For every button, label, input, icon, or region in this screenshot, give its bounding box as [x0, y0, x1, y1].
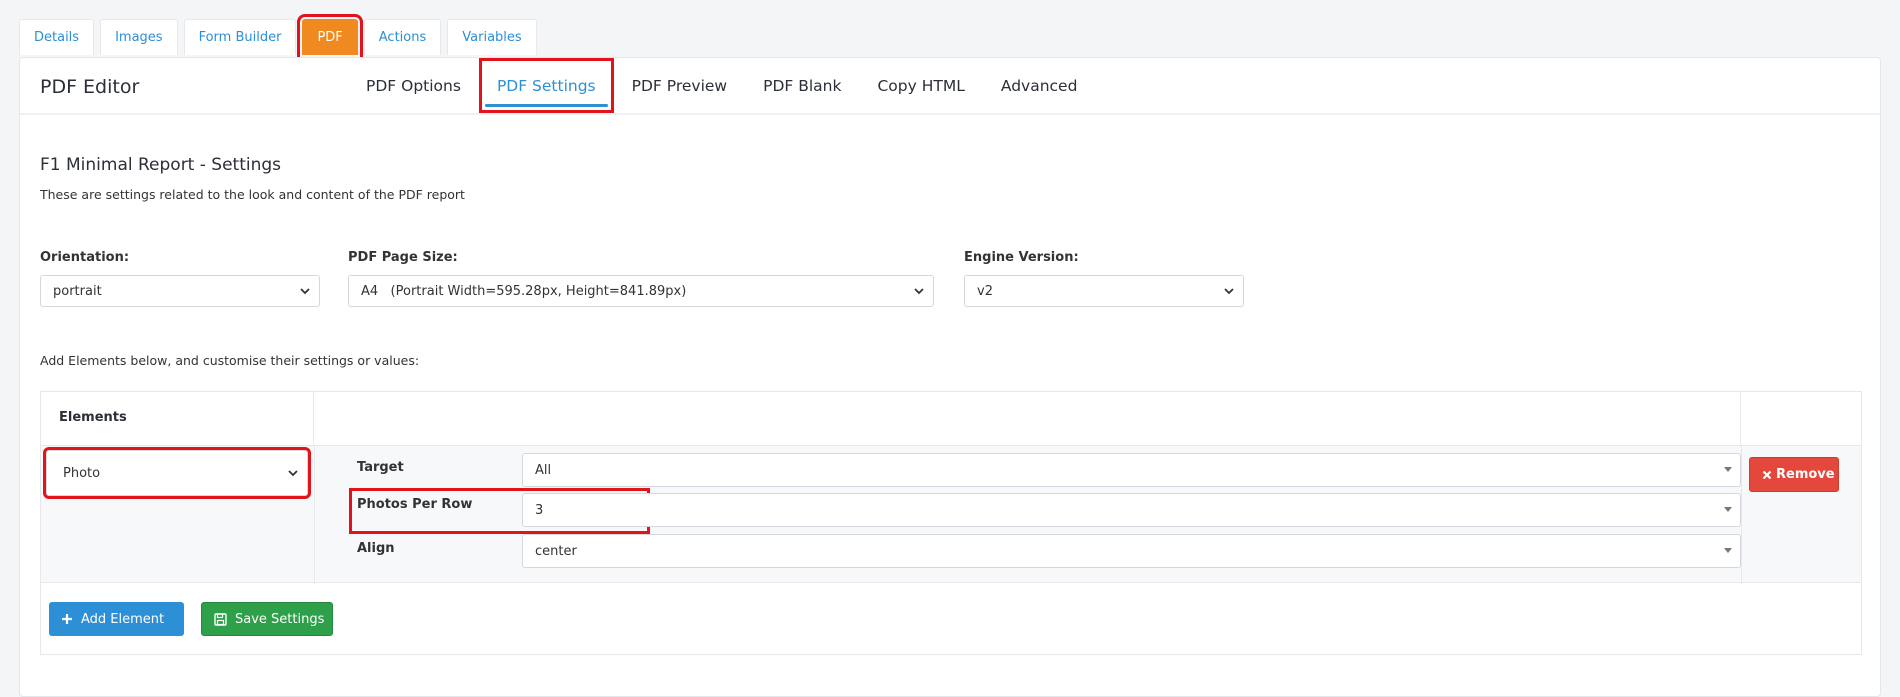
orientation-select[interactable]: portrait: [40, 275, 320, 307]
elements-header-label: Elements: [59, 410, 127, 425]
engine-version-value: v2: [977, 283, 993, 299]
chevron-down-icon: [914, 288, 924, 295]
orientation-label: Orientation:: [40, 250, 130, 265]
column-divider: [314, 446, 315, 584]
panel-header: PDF Editor PDF Options PDF Settings PDF …: [20, 58, 1880, 115]
remove-button-label: Remove: [1776, 467, 1835, 482]
page-size-value: A4 (Portrait Width=595.28px, Height=841.…: [361, 283, 687, 299]
add-element-button[interactable]: Add Element: [49, 602, 184, 636]
save-settings-button[interactable]: Save Settings: [201, 602, 333, 636]
pdf-editor-panel: PDF Editor PDF Options PDF Settings PDF …: [19, 57, 1881, 697]
align-value: center: [535, 543, 577, 559]
table-row: Photo Target All Photos Per Row 3 Align …: [41, 445, 1861, 584]
elements-table: Elements Photo Target All Photos Per Row…: [40, 391, 1862, 655]
add-elements-note: Add Elements below, and customise their …: [40, 353, 420, 368]
tab-images[interactable]: Images: [100, 19, 178, 55]
caret-down-icon: [1724, 548, 1732, 553]
column-divider: [1741, 446, 1742, 584]
subtab-pdf-settings[interactable]: PDF Settings: [478, 58, 614, 113]
page-size-label: PDF Page Size:: [348, 250, 458, 265]
settings-description: These are settings related to the look a…: [40, 187, 465, 202]
tab-pdf[interactable]: PDF: [297, 14, 363, 60]
top-tab-bar: Details Images Form Builder PDF Actions …: [19, 14, 543, 60]
photos-per-row-select[interactable]: 3: [522, 493, 1741, 527]
save-icon: [214, 612, 227, 626]
add-element-label: Add Element: [81, 611, 165, 627]
remove-button[interactable]: Remove: [1749, 457, 1839, 492]
photos-per-row-value: 3: [535, 502, 544, 518]
properties-header: [314, 392, 1741, 445]
subtab-copy-html[interactable]: Copy HTML: [859, 58, 982, 113]
photos-per-row-label-text: Photos Per Row: [357, 497, 473, 512]
tab-form-builder[interactable]: Form Builder: [183, 19, 297, 55]
panel-title: PDF Editor: [40, 76, 140, 98]
tab-variables[interactable]: Variables: [447, 19, 537, 55]
target-value: All: [535, 462, 552, 478]
target-label: Target: [357, 460, 404, 475]
plus-icon: [62, 614, 72, 624]
chevron-down-icon: [1224, 288, 1234, 295]
caret-down-icon: [1724, 467, 1732, 472]
tab-actions[interactable]: Actions: [363, 19, 442, 55]
page-size-select[interactable]: A4 (Portrait Width=595.28px, Height=841.…: [348, 275, 934, 307]
engine-version-select[interactable]: v2: [964, 275, 1244, 307]
chevron-down-icon: [288, 470, 298, 477]
settings-title: F1 Minimal Report - Settings: [40, 155, 282, 175]
subtab-pdf-preview[interactable]: PDF Preview: [614, 58, 745, 113]
chevron-down-icon: [300, 288, 310, 295]
subtab-bar: PDF Options PDF Settings PDF Preview PDF…: [348, 58, 1095, 113]
save-settings-label: Save Settings: [235, 611, 325, 627]
orientation-value: portrait: [53, 283, 102, 299]
elements-header: Elements: [41, 392, 314, 445]
subtab-pdf-blank[interactable]: PDF Blank: [745, 58, 859, 113]
subtab-advanced[interactable]: Advanced: [983, 58, 1096, 113]
subtab-pdf-options[interactable]: PDF Options: [348, 58, 479, 113]
close-icon: [1762, 470, 1772, 479]
tab-details[interactable]: Details: [19, 19, 95, 55]
caret-down-icon: [1724, 507, 1732, 512]
align-select[interactable]: center: [522, 534, 1741, 568]
engine-version-label: Engine Version:: [964, 250, 1079, 265]
target-select[interactable]: All: [522, 453, 1741, 487]
element-type-value: Photo: [63, 465, 101, 481]
align-label: Align: [357, 541, 395, 556]
element-type-select[interactable]: Photo: [43, 447, 311, 499]
